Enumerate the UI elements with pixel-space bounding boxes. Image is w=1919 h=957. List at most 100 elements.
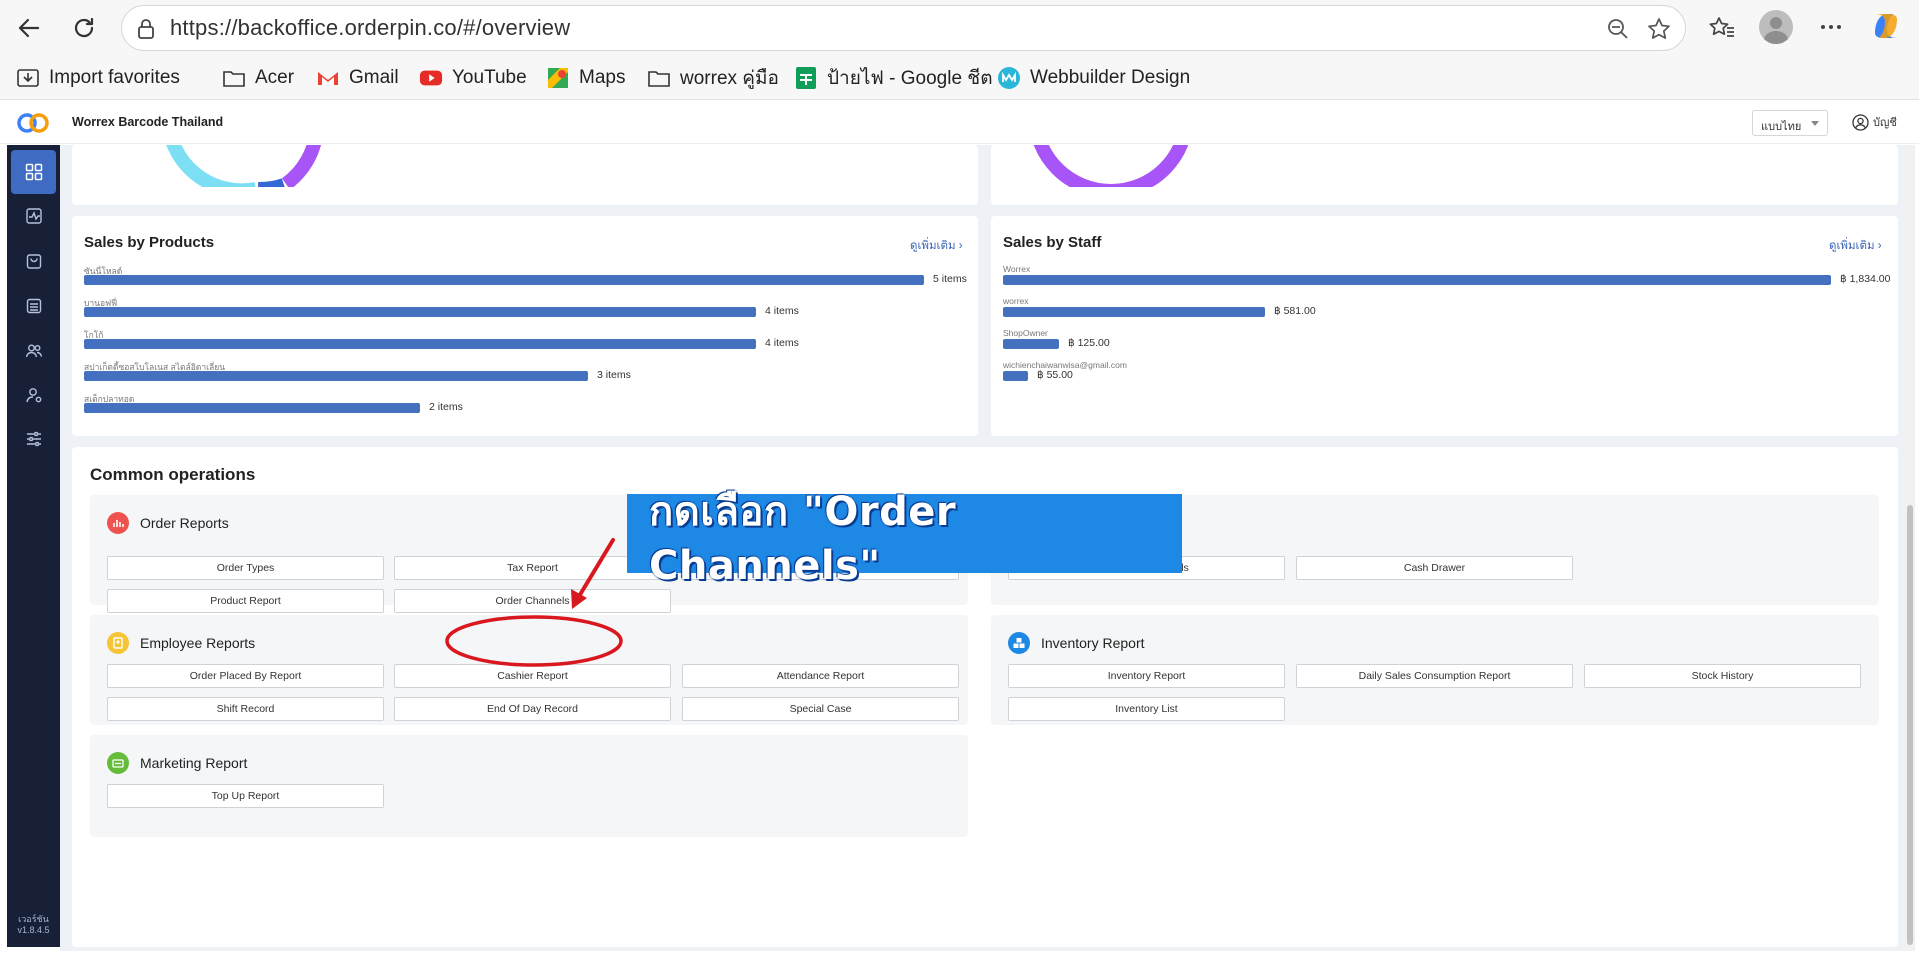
stock-history-button[interactable]: Stock History [1584,664,1861,688]
order-reports-title: Order Reports [140,515,229,531]
address-bar[interactable]: https://backoffice.orderpin.co/#/overvie… [121,5,1686,51]
sidebar-item-overview[interactable] [11,150,56,194]
bookmark-label: Webbuilder Design [1030,67,1191,88]
sales-by-staff-card: Sales by Staff ดูเพิ่มเติม › Worrex ฿ 1,8… [991,216,1898,436]
product-bar [84,275,924,285]
url-text: https://backoffice.orderpin.co/#/overvie… [170,15,571,40]
activity-chart-icon [25,208,42,224]
orderpin-logo-icon[interactable] [16,110,50,136]
common-operations-title: Common operations [90,465,256,484]
bookmark-youtube[interactable]: YouTube [419,64,527,92]
refresh-button[interactable] [65,9,103,47]
app-name: Worrex Barcode Thailand [72,115,224,129]
product-bar [84,403,420,413]
language-select[interactable]: แบบไทย [1752,110,1828,136]
bookmark-label: Gmail [349,67,399,88]
staff-bar-value: ฿ 581.00 [1274,305,1316,317]
archive-box-icon [26,298,41,314]
favorite-star-icon[interactable] [1646,16,1672,42]
bookmark-maps[interactable]: Maps [546,64,625,92]
tutorial-callout: กดเลือก "Order Channels" [627,489,1182,589]
staff-bar [1003,307,1265,317]
sidebar-item-orders[interactable] [11,239,56,283]
end-of-day-record-button[interactable]: End Of Day Record [394,697,671,721]
sales-by-products-see-more-link[interactable]: ดูเพิ่มเติม › [910,237,963,255]
product-bar [84,307,756,317]
product-bar-value: 4 items [765,305,799,317]
sales-by-products-card: Sales by Products ดูเพิ่มเติม › ซันนี่โห… [72,216,978,436]
account-menu[interactable]: บัญชี [1852,113,1897,131]
top-up-report-button[interactable]: Top Up Report [107,784,384,808]
product-bar-value: 5 items [933,273,967,285]
bookmark-gmail[interactable]: Gmail [316,64,399,92]
sidebar-item-customers[interactable] [11,329,56,373]
bookmark-label: Maps [579,67,626,88]
product-bar-value: 2 items [429,401,463,413]
cashier-report-button[interactable]: Cashier Report [394,664,671,688]
sales-by-staff-see-more-link[interactable]: ดูเพิ่มเติม › [1829,237,1882,255]
inventory-report-group: Inventory Report Inventory Report Daily … [991,615,1879,725]
bookmark-worrex-manual[interactable]: worrex คู่มือ [647,64,779,92]
back-arrow-icon [18,18,40,38]
attendance-report-button[interactable]: Attendance Report [682,664,959,688]
bookmark-label: Import favorites [49,67,180,88]
bookmark-import-favorites[interactable]: Import favorites [16,64,180,92]
order-channels-button[interactable]: Order Channels [394,589,671,613]
version-number: v1.8.4.5 [17,925,50,935]
chart-card-left [72,145,978,205]
back-button[interactable] [10,9,48,47]
employee-reports-title: Employee Reports [140,635,256,651]
language-value: แบบไทย [1761,121,1802,133]
daily-sales-consumption-report-button[interactable]: Daily Sales Consumption Report [1296,664,1573,688]
product-report-button[interactable]: Product Report [107,589,384,613]
sidebar-item-settings[interactable] [11,417,56,461]
staff-bar-value: ฿ 125.00 [1068,337,1110,349]
browser-toolbar: https://backoffice.orderpin.co/#/overvie… [0,0,1919,56]
chevron-down-icon [1811,121,1819,126]
favorites-icon[interactable] [1708,14,1736,42]
staff-bar-value: ฿ 1,834.00 [1840,273,1891,285]
bookmark-label: ป้ายไฟ - Google ชีต [827,68,993,89]
bookmark-label: YouTube [452,67,527,88]
staff-bar [1003,371,1028,381]
copilot-icon[interactable] [1869,9,1903,43]
id-badge-icon [107,632,129,654]
zoom-out-icon[interactable] [1606,17,1630,41]
bar-chart-icon [107,512,129,534]
sales-by-staff-title: Sales by Staff [1003,234,1102,251]
staff-bar-label: worrex [1003,296,1029,306]
bookmark-webbuilder[interactable]: Webbuilder Design [997,64,1190,92]
bookmark-google-sheets[interactable]: ป้ายไฟ - Google ชีต [794,64,993,92]
staff-bar [1003,275,1831,285]
ticket-icon [107,752,129,774]
cash-drawer-button[interactable]: Cash Drawer [1296,556,1573,580]
bookmark-acer[interactable]: Acer [222,64,294,92]
sidebar-item-analytics[interactable] [11,194,56,238]
order-types-button[interactable]: Order Types [107,556,384,580]
order-placed-by-report-button[interactable]: Order Placed By Report [107,664,384,688]
inventory-report-button[interactable]: Inventory Report [1008,664,1285,688]
staff-bar-value: ฿ 55.00 [1037,369,1073,381]
sidebar-item-staff[interactable] [11,373,56,417]
sidebar-item-products[interactable] [11,284,56,328]
more-options-icon[interactable] [1818,14,1844,40]
boxes-icon [1008,632,1030,654]
profile-avatar[interactable] [1759,10,1793,44]
inventory-list-button[interactable]: Inventory List [1008,697,1285,721]
product-bar-value: 3 items [597,369,631,381]
sheets-icon [794,66,818,90]
folder-icon [222,66,246,90]
sliders-icon [26,431,41,447]
sales-by-products-title: Sales by Products [84,234,215,251]
special-case-button[interactable]: Special Case [682,697,959,721]
product-bar [84,371,588,381]
account-label: บัญชี [1873,117,1897,129]
import-icon [16,66,40,90]
marketing-report-group: Marketing Report Top Up Report [90,735,968,837]
donut-chart-left [166,145,321,187]
shift-record-button[interactable]: Shift Record [107,697,384,721]
app-header: Worrex Barcode Thailand [0,101,1919,144]
scrollbar-thumb[interactable] [1907,505,1913,945]
marketing-report-title: Marketing Report [140,755,248,771]
bookmark-label: worrex คู่มือ [680,68,779,89]
